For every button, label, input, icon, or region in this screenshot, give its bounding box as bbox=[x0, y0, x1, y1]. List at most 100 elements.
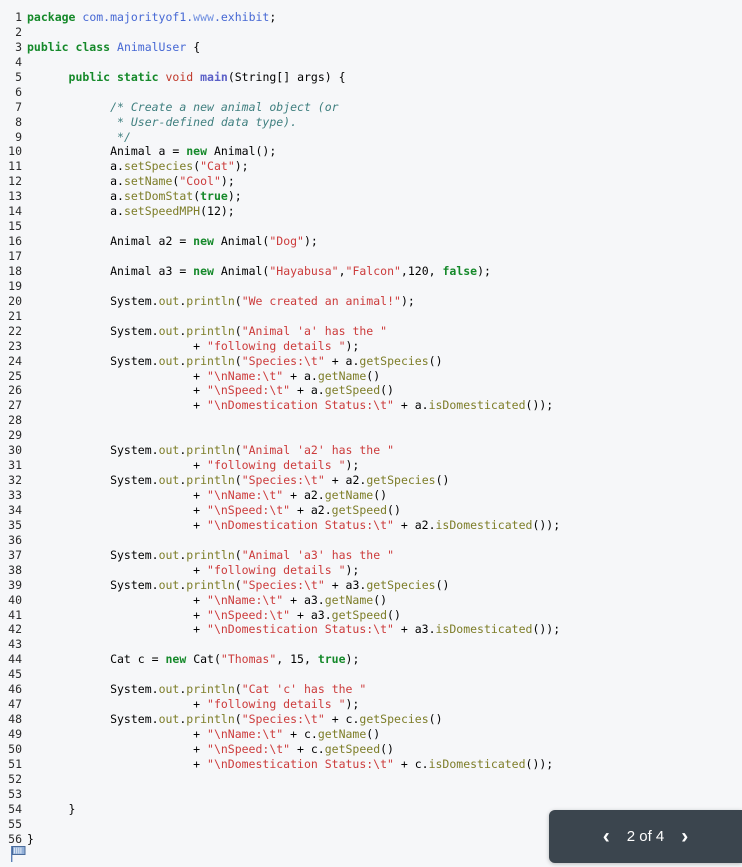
code-line: 30 System.out.println("Animal 'a2' has t… bbox=[0, 443, 742, 458]
line-number: 18 bbox=[8, 263, 22, 278]
line-number: 3 bbox=[15, 39, 22, 54]
code-token: + bbox=[27, 458, 208, 473]
code-line-text[interactable]: System.out.println("Species:\t" + a.getS… bbox=[27, 354, 442, 369]
code-line: 35 + "\nDomestication Status:\t" + a2.is… bbox=[0, 518, 742, 533]
code-line: 31 + "following details "); bbox=[0, 458, 742, 473]
code-token: System. bbox=[27, 577, 159, 592]
code-line-text[interactable]: System.out.println("Species:\t" + c.getS… bbox=[27, 712, 442, 727]
code-line-text[interactable]: public static void main(String[] args) { bbox=[27, 70, 346, 85]
code-line: 16 Animal a2 = new Animal("Dog"); bbox=[0, 234, 742, 249]
line-number: 15 bbox=[8, 219, 22, 234]
code-line: 14 a.setSpeedMPH(12); bbox=[0, 204, 742, 219]
code-line-text[interactable]: + "\nSpeed:\t" + a3.getSpeed() bbox=[27, 608, 401, 623]
code-token: "Cat 'c' has the " bbox=[241, 682, 367, 697]
code-line-text[interactable]: System.out.println("Animal 'a3' has the … bbox=[27, 548, 394, 563]
code-line-text[interactable]: package com.majorityof1.www.exhibit; bbox=[27, 10, 276, 25]
code-token: "Animal 'a2' has the " bbox=[241, 443, 395, 458]
code-line-text[interactable]: System.out.println("Animal 'a2' has the … bbox=[27, 443, 394, 458]
code-line-text[interactable]: + "\nSpeed:\t" + a2.getSpeed() bbox=[27, 503, 401, 518]
code-token: "Thomas" bbox=[220, 652, 277, 667]
code-line-text[interactable]: a.setDomStat(true); bbox=[27, 189, 242, 204]
code-token: getSpeed bbox=[331, 502, 388, 517]
code-line-text[interactable]: System.out.println("We created an animal… bbox=[27, 294, 415, 309]
code-line-text[interactable]: + "following details "); bbox=[27, 563, 359, 578]
code-token: ); bbox=[400, 293, 415, 308]
code-token: () bbox=[387, 607, 401, 622]
code-line: 13 a.setDomStat(true); bbox=[0, 189, 742, 204]
code-line-text[interactable]: + "\nDomestication Status:\t" + a3.isDom… bbox=[27, 622, 560, 637]
code-token: , 15, bbox=[276, 652, 318, 667]
code-token: ); bbox=[234, 159, 249, 174]
code-token: out bbox=[158, 547, 180, 562]
line-number: 53 bbox=[8, 786, 22, 801]
code-line-text[interactable]: public class AnimalUser { bbox=[27, 40, 200, 55]
code-line: 28 bbox=[0, 413, 742, 428]
code-line-text[interactable]: + "following details "); bbox=[27, 697, 359, 712]
code-line-text[interactable]: System.out.println("Cat 'c' has the " bbox=[27, 682, 366, 697]
code-line: 29 bbox=[0, 428, 742, 443]
code-line-text[interactable]: System.out.println("Animal 'a' has the " bbox=[27, 324, 387, 339]
code-token: println bbox=[186, 323, 235, 338]
code-token: Animal a = bbox=[27, 144, 187, 159]
code-token: + bbox=[27, 607, 208, 622]
code-line: 47 + "following details "); bbox=[0, 697, 742, 712]
code-line-text[interactable]: + "\nDomestication Status:\t" + c.isDome… bbox=[27, 757, 553, 772]
code-line-text[interactable]: + "\nName:\t" + a.getName() bbox=[27, 369, 380, 384]
code-token: "Cat" bbox=[200, 159, 235, 174]
code-token: + a3. bbox=[290, 607, 332, 622]
code-line-text[interactable]: a.setSpeedMPH(12); bbox=[27, 204, 235, 219]
code-token: getSpecies bbox=[366, 577, 436, 592]
code-token: println bbox=[186, 443, 235, 458]
code-line-text[interactable]: + "\nSpeed:\t" + a.getSpeed() bbox=[27, 383, 394, 398]
code-line-text[interactable]: */ bbox=[27, 130, 131, 145]
code-line-text[interactable]: a.setName("Cool"); bbox=[27, 174, 235, 189]
code-line-text[interactable]: + "\nName:\t" + a2.getName() bbox=[27, 488, 387, 503]
code-token: "\nSpeed:\t" bbox=[207, 383, 291, 398]
chevron-right-icon[interactable]: › bbox=[678, 826, 691, 847]
code-line-text[interactable]: a.setSpecies("Cat"); bbox=[27, 159, 249, 174]
code-token: a. bbox=[27, 189, 124, 204]
code-line-text[interactable]: + "following details "); bbox=[27, 458, 359, 473]
code-token: ( bbox=[234, 473, 242, 488]
code-line-text[interactable]: + "\nDomestication Status:\t" + a2.isDom… bbox=[27, 518, 560, 533]
code-line-text[interactable]: + "\nName:\t" + c.getName() bbox=[27, 727, 380, 742]
code-token: + bbox=[27, 727, 208, 741]
code-token: Animal( bbox=[213, 263, 270, 278]
line-number: 32 bbox=[8, 473, 22, 488]
line-number: 28 bbox=[8, 413, 22, 428]
code-line-text[interactable]: /* Create a new animal object (or bbox=[27, 100, 338, 115]
code-line-text[interactable]: Animal a2 = new Animal("Dog"); bbox=[27, 234, 318, 249]
code-token: ); bbox=[345, 697, 360, 712]
line-number: 35 bbox=[8, 517, 22, 532]
code-token: + bbox=[27, 383, 208, 398]
code-line-text[interactable]: + "\nSpeed:\t" + c.getSpeed() bbox=[27, 742, 394, 757]
code-line-text[interactable]: Cat c = new Cat("Thomas", 15, true); bbox=[27, 652, 359, 667]
code-line-text[interactable]: System.out.println("Species:\t" + a3.get… bbox=[27, 578, 449, 593]
chevron-left-icon[interactable]: ‹ bbox=[600, 826, 613, 847]
code-token: ); bbox=[345, 458, 360, 473]
code-line-text[interactable]: * User-defined data type). bbox=[27, 115, 297, 130]
line-number: 29 bbox=[8, 428, 22, 443]
code-line-text[interactable]: System.out.println("Species:\t" + a2.get… bbox=[27, 473, 449, 488]
code-viewer[interactable]: 1 package com.majorityof1.www.exhibit; 2 3 p… bbox=[0, 0, 742, 863]
code-line-text[interactable]: + "\nDomestication Status:\t" + a.isDome… bbox=[27, 398, 553, 413]
line-number: 36 bbox=[8, 532, 22, 547]
code-token: () bbox=[380, 383, 394, 398]
code-token: ( bbox=[234, 547, 242, 562]
code-line-text[interactable]: + "\nName:\t" + a3.getName() bbox=[27, 593, 387, 608]
code-token: + bbox=[27, 398, 208, 413]
code-line-text[interactable]: Animal a = new Animal(); bbox=[27, 144, 276, 159]
code-line-text[interactable]: + "following details "); bbox=[27, 339, 359, 354]
code-line-text[interactable]: } bbox=[27, 802, 76, 817]
code-line-text[interactable]: Animal a3 = new Animal("Hayabusa","Falco… bbox=[27, 264, 491, 279]
code-token: .exhibit bbox=[213, 10, 270, 24]
line-number: 45 bbox=[8, 667, 22, 682]
code-token: public static bbox=[68, 69, 166, 84]
line-number: 43 bbox=[8, 637, 22, 652]
code-line: 32 System.out.println("Species:\t" + a2.… bbox=[0, 473, 742, 488]
code-line-text[interactable]: } bbox=[27, 832, 34, 847]
bookmark-flag-icon[interactable] bbox=[10, 845, 27, 863]
code-line: 46 System.out.println("Cat 'c' has the " bbox=[0, 682, 742, 697]
